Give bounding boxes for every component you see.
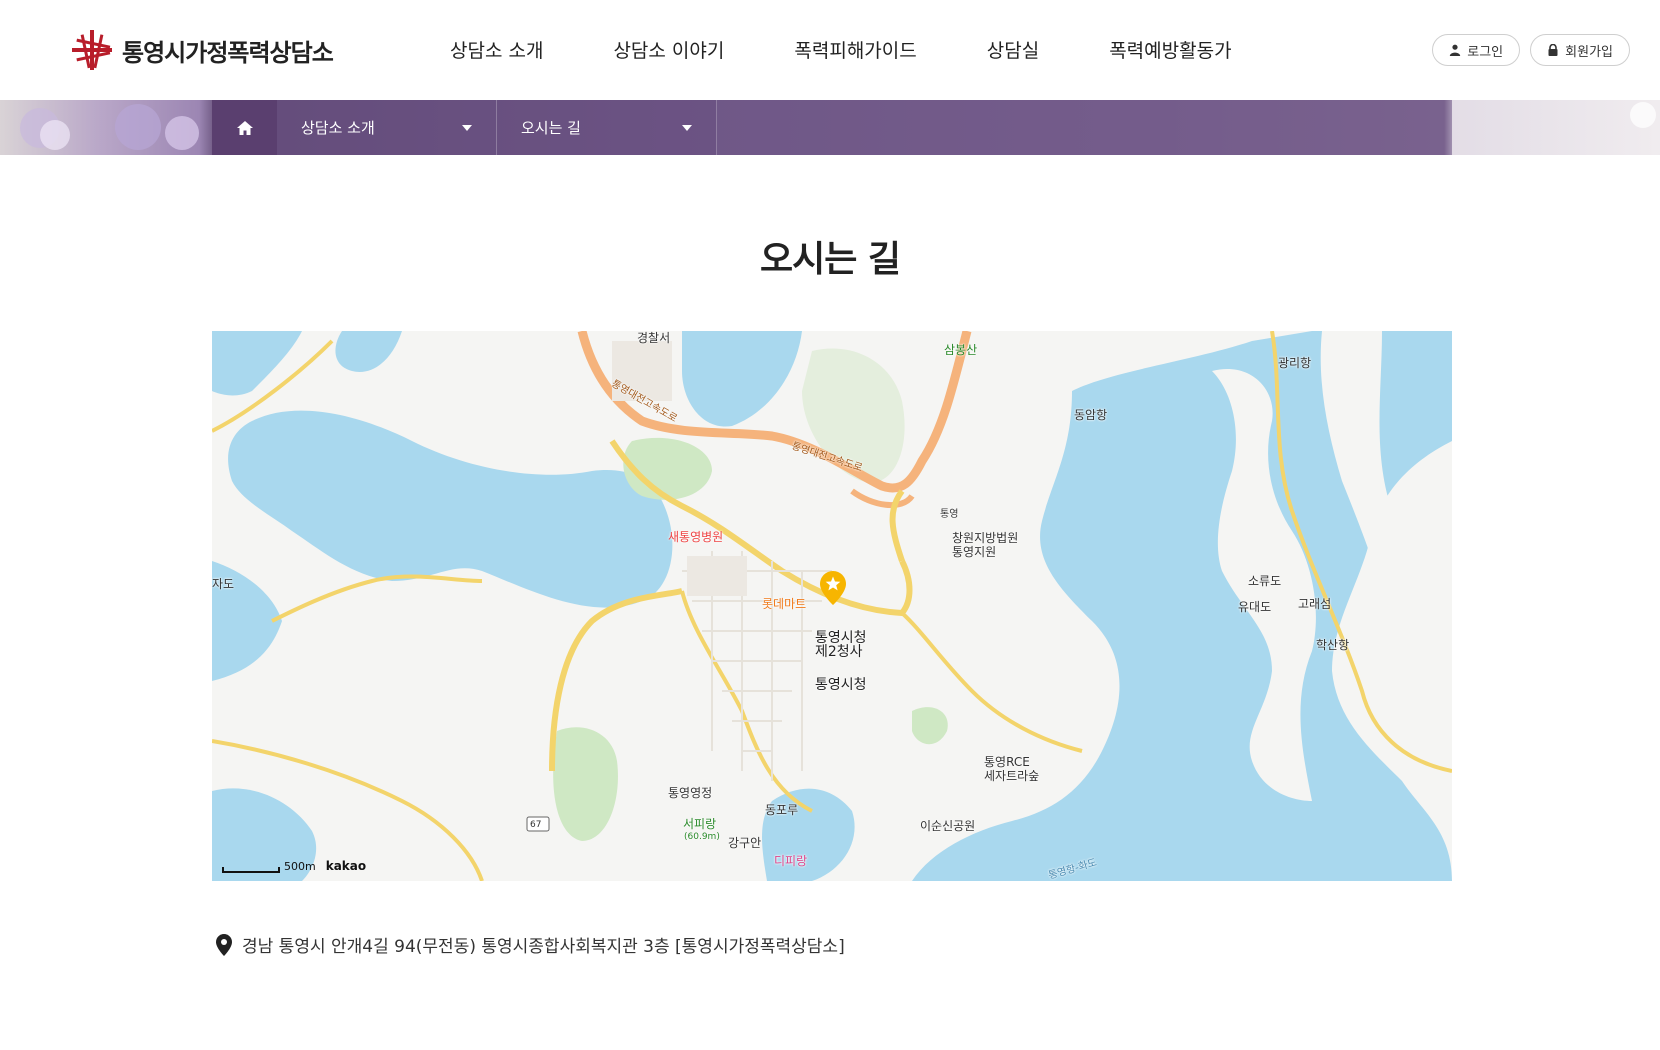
join-label: 회원가입 <box>1565 44 1613 60</box>
location-pin-icon[interactable] <box>820 571 846 605</box>
map-label-dongporu: 동포루 <box>765 803 799 817</box>
map-label-seopirang: 서피랑 <box>683 817 717 831</box>
location-dropdown-2[interactable]: 오시는 길 <box>497 100 717 155</box>
map-label-gwangri-port: 광리항 <box>1278 356 1312 370</box>
location-bar: 상담소 소개 오시는 길 <box>212 100 1452 155</box>
address-line: 경남 통영시 안개4길 94(무전동) 통영시종합사회복지관 3층 [통영시가정… <box>216 932 845 957</box>
scale-label: 500m <box>284 860 316 873</box>
flower-decoration <box>1630 102 1656 128</box>
chevron-down-icon <box>462 124 472 131</box>
address-text: 경남 통영시 안개4길 94(무전동) 통영시종합사회복지관 3층 [통영시가정… <box>242 937 845 957</box>
location-dropdown-1-label: 상담소 소개 <box>301 119 375 137</box>
map-label-hospital: 새통영병원 <box>668 530 724 544</box>
map-label-dipirang: 디피랑 <box>774 854 808 868</box>
map-label-lottemart: 롯데마트 <box>762 597 807 611</box>
map-label-cityhall-2: 통영시청 제2청사 <box>815 630 867 660</box>
map-label-police: 경찰서 <box>637 331 671 345</box>
map-label-rce: 통영RCE 세자트라숲 <box>984 755 1040 783</box>
caritas-logo-icon <box>72 30 112 70</box>
util-menu: 로그인 회원가입 <box>1422 34 1630 66</box>
location-map[interactable]: 경찰서 삼봉산 광리항 동암항 통영대전고속도로 통영대전고속도로 통영 창원지… <box>212 331 1452 881</box>
sub-visual: 상담소 소개 오시는 길 <box>0 100 1660 155</box>
map-label-seopirang-height: (60.9m) <box>684 832 720 842</box>
nav-item-activists[interactable]: 폭력예방활동가 <box>1109 36 1231 63</box>
site-header: 통영시가정폭력상담소 상담소 소개 상담소 이야기 폭력피해가이드 상담실 폭력… <box>0 0 1660 100</box>
map-label-sambongsan: 삼봉산 <box>944 343 978 357</box>
lock-icon <box>1548 44 1558 56</box>
map-label-dongam-port: 동암항 <box>1074 408 1108 422</box>
map-label-route: 67 <box>530 820 542 830</box>
map-label-ganggu: 강구안 <box>728 836 762 850</box>
map-label-haksan-port: 학산항 <box>1316 638 1350 652</box>
map-label-sorudo: 소류도 <box>1248 574 1282 588</box>
scale-bar <box>222 867 280 873</box>
home-icon <box>236 120 253 135</box>
map-label-isunsin-park: 이순신공원 <box>920 819 976 833</box>
user-icon <box>1450 44 1461 56</box>
flower-decoration <box>165 116 199 150</box>
login-label: 로그인 <box>1467 44 1504 60</box>
map-scale: 500m kakao <box>222 859 366 873</box>
map-label-court: 창원지방법원 통영지원 <box>952 531 1019 559</box>
nav-item-guide[interactable]: 폭력피해가이드 <box>794 36 916 63</box>
page-title: 오시는 길 <box>759 239 901 280</box>
map-label-ic: 통영 <box>940 509 959 520</box>
site-name: 통영시가정폭력상담소 <box>122 38 334 67</box>
flower-decoration <box>40 120 70 150</box>
main-nav: 상담소 소개 상담소 이야기 폭력피해가이드 상담실 폭력예방활동가 <box>450 36 1302 63</box>
site-logo[interactable]: 통영시가정폭력상담소 <box>70 28 334 72</box>
map-pin-icon <box>216 933 232 956</box>
map-label-tongyeong-camp: 통영영정 <box>668 786 713 800</box>
nav-item-stories[interactable]: 상담소 이야기 <box>613 36 724 63</box>
map-brand[interactable]: kakao <box>326 859 366 873</box>
join-button[interactable]: 회원가입 <box>1530 34 1630 66</box>
home-button[interactable] <box>212 100 277 155</box>
map-label-yudo: 유대도 <box>1238 600 1272 614</box>
map-label-goraeseom: 고래섬 <box>1298 597 1332 611</box>
map-label-jado: 자도 <box>212 577 235 591</box>
nav-item-about[interactable]: 상담소 소개 <box>450 36 543 63</box>
map-label-cityhall: 통영시청 <box>815 677 867 693</box>
flower-decoration <box>115 104 161 150</box>
login-button[interactable]: 로그인 <box>1432 34 1521 66</box>
nav-item-counseling[interactable]: 상담실 <box>987 36 1039 63</box>
chevron-down-icon <box>682 124 692 131</box>
location-dropdown-1[interactable]: 상담소 소개 <box>277 100 497 155</box>
location-bar-fill <box>717 100 1452 155</box>
location-dropdown-2-label: 오시는 길 <box>521 119 581 137</box>
